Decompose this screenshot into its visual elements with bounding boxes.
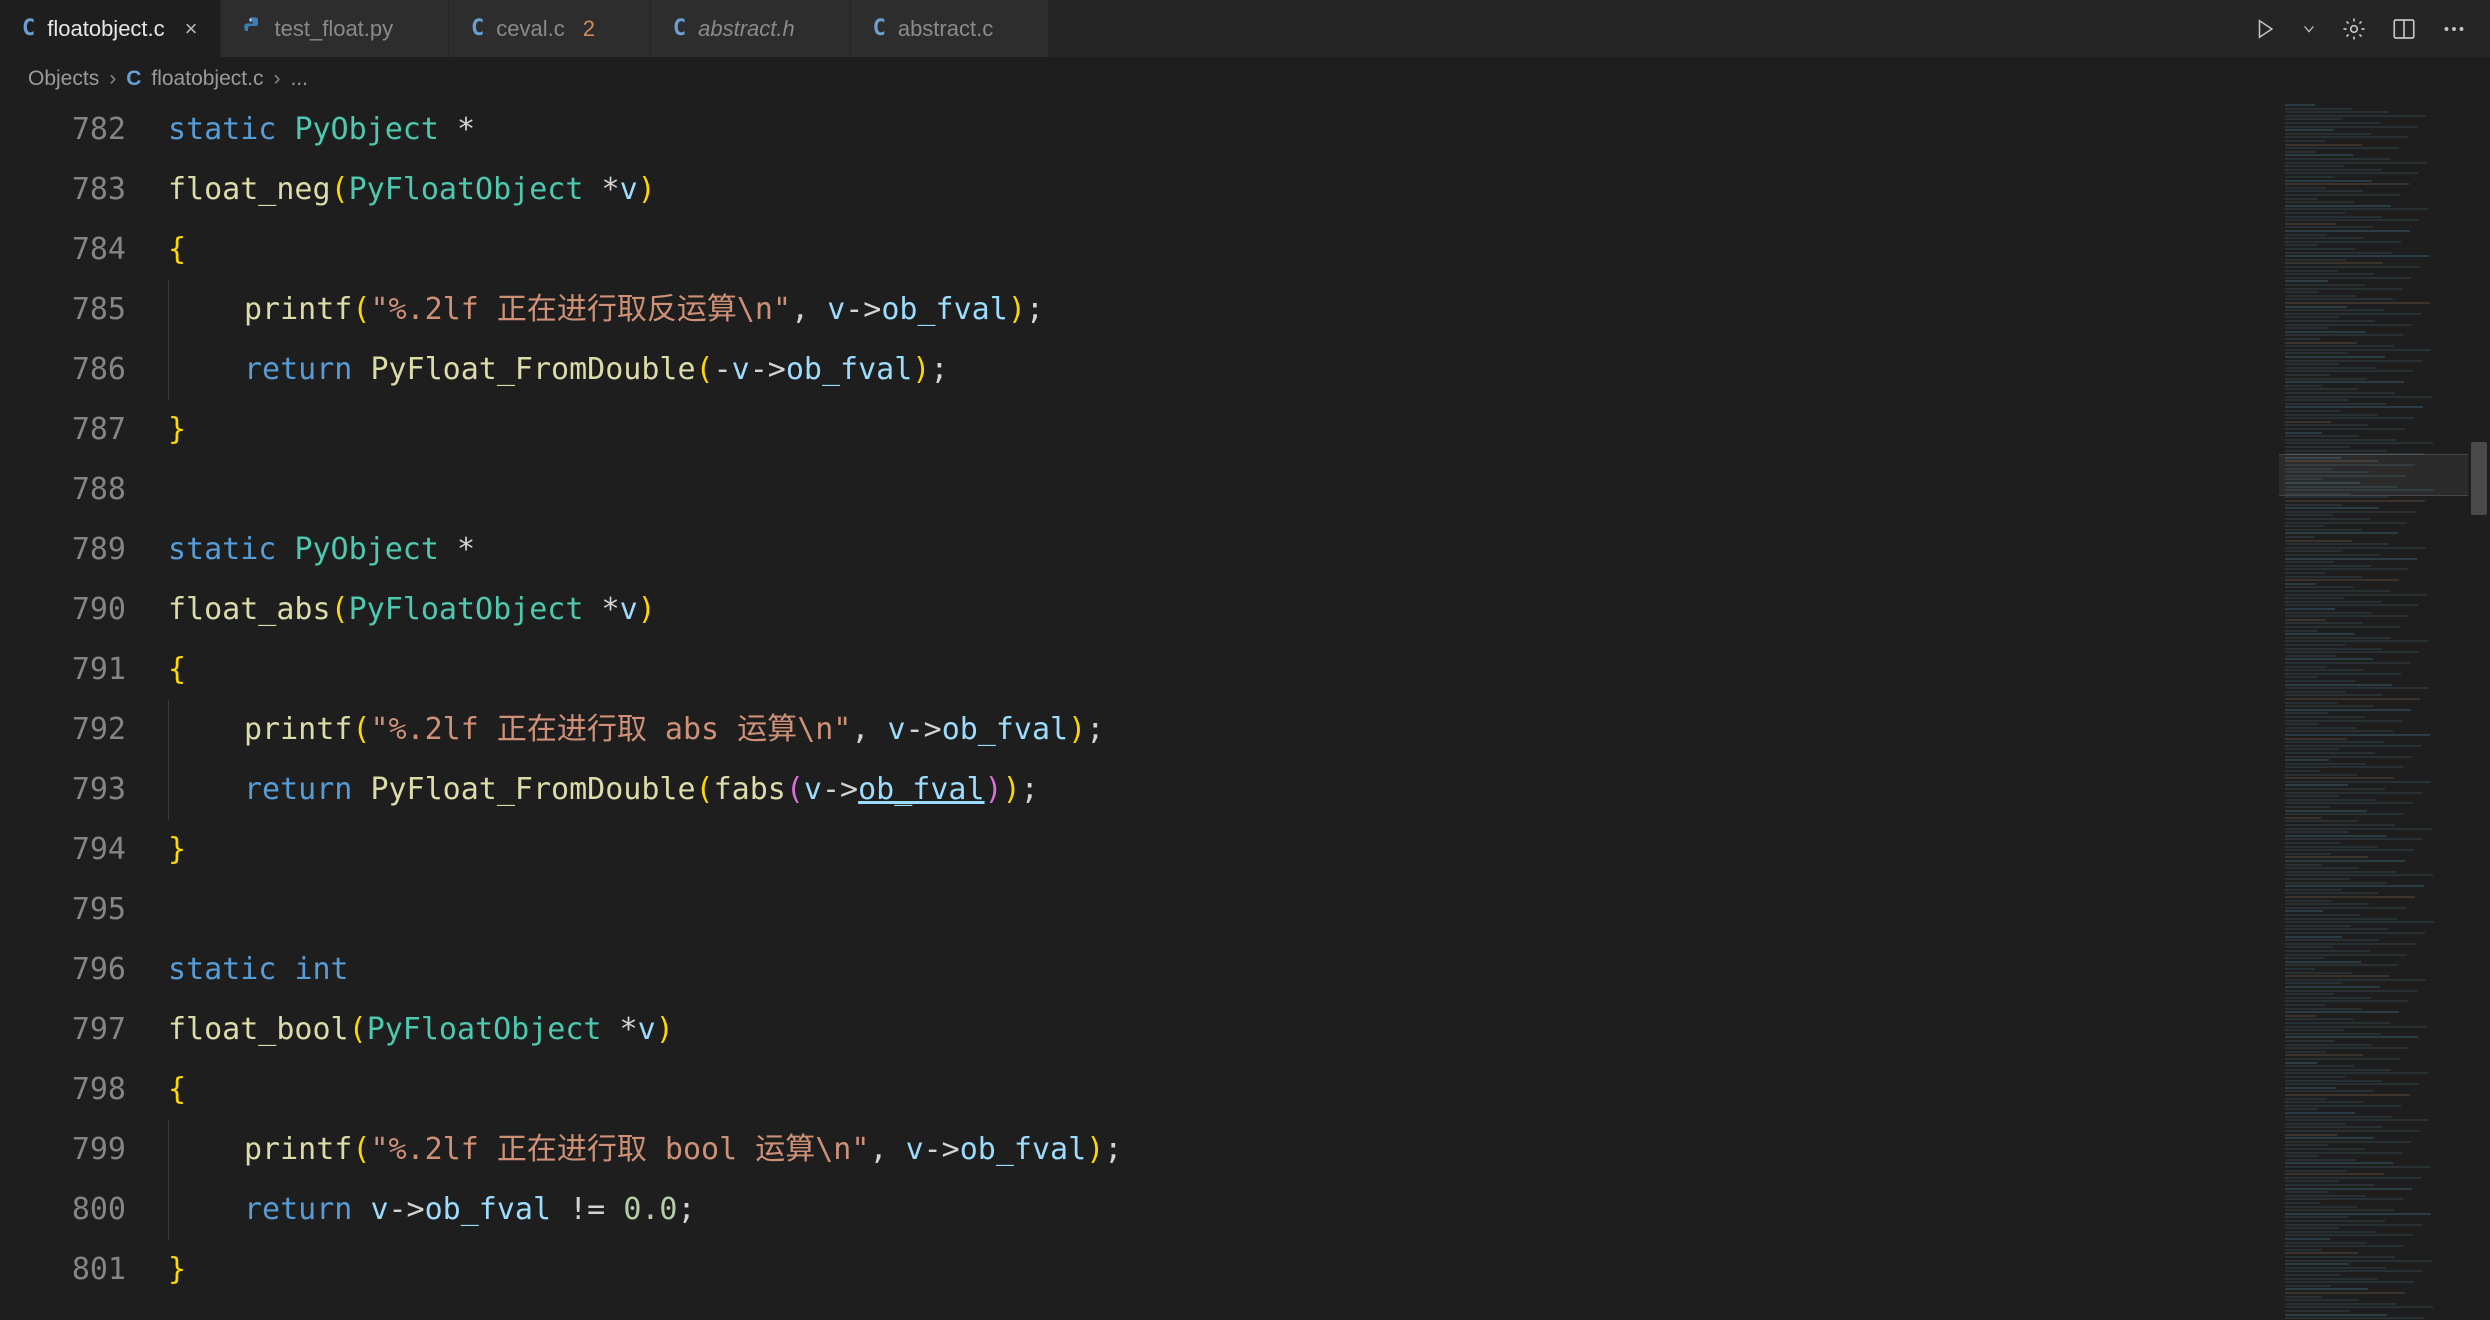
line-number: 784 bbox=[0, 220, 126, 280]
tab-label: abstract.c bbox=[898, 16, 993, 42]
line-number: 799 bbox=[0, 1120, 126, 1180]
tab-abstract-h[interactable]: Cabstract.h× bbox=[651, 0, 851, 57]
vertical-scrollbar[interactable] bbox=[2468, 100, 2490, 1320]
c-file-icon: C bbox=[873, 16, 886, 41]
code-line[interactable]: return PyFloat_FromDouble(fabs(v->ob_fva… bbox=[168, 760, 2278, 820]
breadcrumb-folder[interactable]: Objects bbox=[28, 67, 99, 91]
breadcrumb[interactable]: Objects › C floatobject.c › ... bbox=[0, 58, 2490, 100]
code-line[interactable]: printf("%.2lf 正在进行取反运算\n", v->ob_fval); bbox=[168, 280, 2278, 340]
python-file-icon bbox=[243, 16, 263, 42]
code-line[interactable]: static PyObject * bbox=[168, 100, 2278, 160]
line-number: 787 bbox=[0, 400, 126, 460]
line-number: 789 bbox=[0, 520, 126, 580]
code-content[interactable]: static PyObject *float_neg(PyFloatObject… bbox=[168, 100, 2278, 1320]
code-line[interactable]: { bbox=[168, 1060, 2278, 1120]
line-number: 792 bbox=[0, 700, 126, 760]
breadcrumb-file[interactable]: floatobject.c bbox=[151, 67, 263, 91]
code-line[interactable]: static int bbox=[168, 940, 2278, 1000]
code-line[interactable]: return PyFloat_FromDouble(-v->ob_fval); bbox=[168, 340, 2278, 400]
code-line[interactable]: } bbox=[168, 820, 2278, 880]
editor[interactable]: 7827837847857867877887897907917927937947… bbox=[0, 100, 2490, 1320]
line-number: 801 bbox=[0, 1240, 126, 1300]
line-number: 794 bbox=[0, 820, 126, 880]
tab-label: abstract.h bbox=[698, 16, 795, 42]
tab-dirty-badge: 2 bbox=[583, 16, 595, 42]
chevron-right-icon: › bbox=[109, 67, 116, 91]
code-line[interactable]: } bbox=[168, 1240, 2278, 1300]
tab-abstract-c[interactable]: Cabstract.c× bbox=[851, 0, 1049, 57]
line-number: 795 bbox=[0, 880, 126, 940]
code-line[interactable] bbox=[168, 460, 2278, 520]
scrollbar-thumb[interactable] bbox=[2471, 442, 2487, 515]
more-actions-icon[interactable] bbox=[2442, 17, 2466, 41]
titlebar: Cfloatobject.c ×test_float.py× Cceval.c 2 × C… bbox=[0, 0, 2490, 58]
c-file-icon: C bbox=[126, 67, 141, 91]
run-button[interactable] bbox=[2254, 18, 2276, 40]
tab-floatobject-c[interactable]: Cfloatobject.c × bbox=[0, 0, 221, 57]
c-file-icon: C bbox=[471, 16, 484, 41]
tab-label: ceval.c bbox=[496, 16, 564, 42]
line-number: 791 bbox=[0, 640, 126, 700]
code-line[interactable]: } bbox=[168, 400, 2278, 460]
breadcrumb-symbol[interactable]: ... bbox=[290, 67, 308, 91]
c-file-icon: C bbox=[673, 16, 686, 41]
tab-test_float-py[interactable]: test_float.py× bbox=[221, 0, 450, 57]
line-number-gutter: 7827837847857867877887897907917927937947… bbox=[0, 100, 168, 1320]
minimap-viewport[interactable] bbox=[2279, 454, 2468, 497]
settings-gear-icon[interactable] bbox=[2342, 17, 2366, 41]
tab-bar: Cfloatobject.c ×test_float.py× Cceval.c 2 × C… bbox=[0, 0, 2230, 57]
chevron-right-icon: › bbox=[273, 67, 280, 91]
code-line[interactable]: printf("%.2lf 正在进行取 abs 运算\n", v->ob_fva… bbox=[168, 700, 2278, 760]
tab-ceval-c[interactable]: Cceval.c2× bbox=[449, 0, 651, 57]
code-line[interactable]: static PyObject * bbox=[168, 520, 2278, 580]
titlebar-actions bbox=[2230, 0, 2490, 57]
code-line[interactable]: { bbox=[168, 640, 2278, 700]
tab-label: floatobject.c bbox=[47, 16, 164, 42]
run-dropdown-icon[interactable] bbox=[2302, 22, 2316, 36]
minimap[interactable] bbox=[2278, 100, 2468, 1320]
line-number: 798 bbox=[0, 1060, 126, 1120]
line-number: 783 bbox=[0, 160, 126, 220]
code-line[interactable]: { bbox=[168, 220, 2278, 280]
line-number: 797 bbox=[0, 1000, 126, 1060]
split-editor-icon[interactable] bbox=[2392, 17, 2416, 41]
line-number: 786 bbox=[0, 340, 126, 400]
tab-label: test_float.py bbox=[275, 16, 394, 42]
line-number: 788 bbox=[0, 460, 126, 520]
code-line[interactable]: printf("%.2lf 正在进行取 bool 运算\n", v->ob_fv… bbox=[168, 1120, 2278, 1180]
c-file-icon: C bbox=[22, 16, 35, 41]
line-number: 796 bbox=[0, 940, 126, 1000]
line-number: 800 bbox=[0, 1180, 126, 1240]
line-number: 790 bbox=[0, 580, 126, 640]
code-line[interactable]: float_bool(PyFloatObject *v) bbox=[168, 1000, 2278, 1060]
line-number: 785 bbox=[0, 280, 126, 340]
code-line[interactable] bbox=[168, 880, 2278, 940]
line-number: 782 bbox=[0, 100, 126, 160]
code-line[interactable]: return v->ob_fval != 0.0; bbox=[168, 1180, 2278, 1240]
code-line[interactable]: float_abs(PyFloatObject *v) bbox=[168, 580, 2278, 640]
code-line[interactable]: float_neg(PyFloatObject *v) bbox=[168, 160, 2278, 220]
line-number: 793 bbox=[0, 760, 126, 820]
close-icon[interactable]: × bbox=[185, 16, 198, 42]
